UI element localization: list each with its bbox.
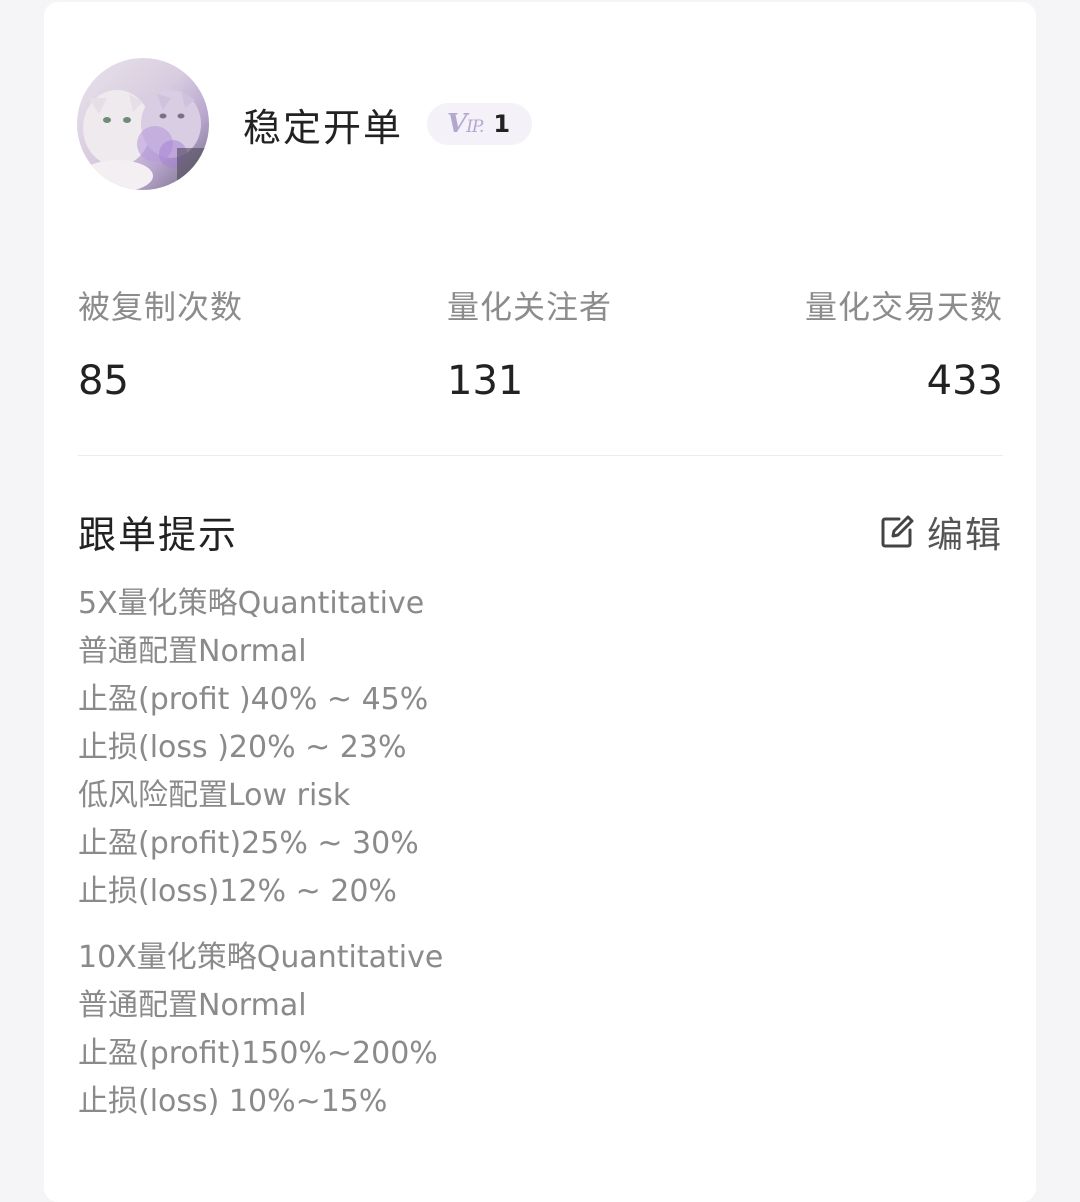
trader-profile-card: 稳定开单 VIP. 1 被复制次数 量化关注者 量化交易天数 85 131 43… [44, 2, 1036, 1202]
edit-button[interactable]: 编辑 [879, 506, 1003, 558]
tip-line: 普通配置Normal [78, 988, 307, 1023]
tip-group-5x: 5X量化策略Quantitative 普通配置Normal 止盈(profit … [78, 580, 978, 916]
stat-label-copied-times: 被复制次数 [78, 288, 244, 326]
tip-line: 低风险配置Low risk [78, 778, 351, 813]
profile-header: 稳定开单 VIP. 1 [77, 58, 533, 190]
stat-label-trading-days: 量化交易天数 [804, 288, 1003, 326]
vip-icon: VIP. [447, 109, 484, 139]
tip-line: 止盈(profit)25% ~ 30% [78, 826, 419, 861]
vip-level: 1 [493, 110, 511, 138]
stat-label-followers: 量化关注者 [447, 288, 613, 326]
tip-line: 10X量化策略Quantitative [78, 940, 444, 975]
follow-tips-title: 跟单提示 [78, 513, 239, 557]
tip-line: 止损(loss)12% ~ 20% [78, 874, 397, 909]
tip-line: 止盈(profit )40% ~ 45% [78, 682, 429, 717]
tip-line: 普通配置Normal [78, 634, 307, 669]
stat-value-copied-times: 85 [78, 358, 129, 404]
tip-line: 止损(loss) 10%~15% [78, 1084, 388, 1119]
avatar[interactable] [77, 58, 209, 190]
username: 稳定开单 [243, 105, 404, 150]
divider [78, 455, 1003, 456]
stat-value-followers: 131 [447, 358, 524, 404]
follow-tips-content: 5X量化策略Quantitative 普通配置Normal 止盈(profit … [78, 580, 978, 1126]
tip-group-10x: 10X量化策略Quantitative 普通配置Normal 止盈(profit… [78, 934, 978, 1126]
stat-value-trading-days: 433 [926, 358, 1003, 404]
edit-icon [881, 515, 914, 548]
tip-group-spacer [78, 916, 978, 934]
edit-label: 编辑 [926, 515, 1003, 556]
cat-avatar-image [81, 90, 209, 190]
tip-line: 5X量化策略Quantitative [78, 586, 425, 621]
tip-line: 止损(loss )20% ~ 23% [78, 730, 407, 765]
tip-line: 止盈(profit)150%~200% [78, 1036, 438, 1071]
vip-badge: VIP. 1 [427, 103, 533, 145]
